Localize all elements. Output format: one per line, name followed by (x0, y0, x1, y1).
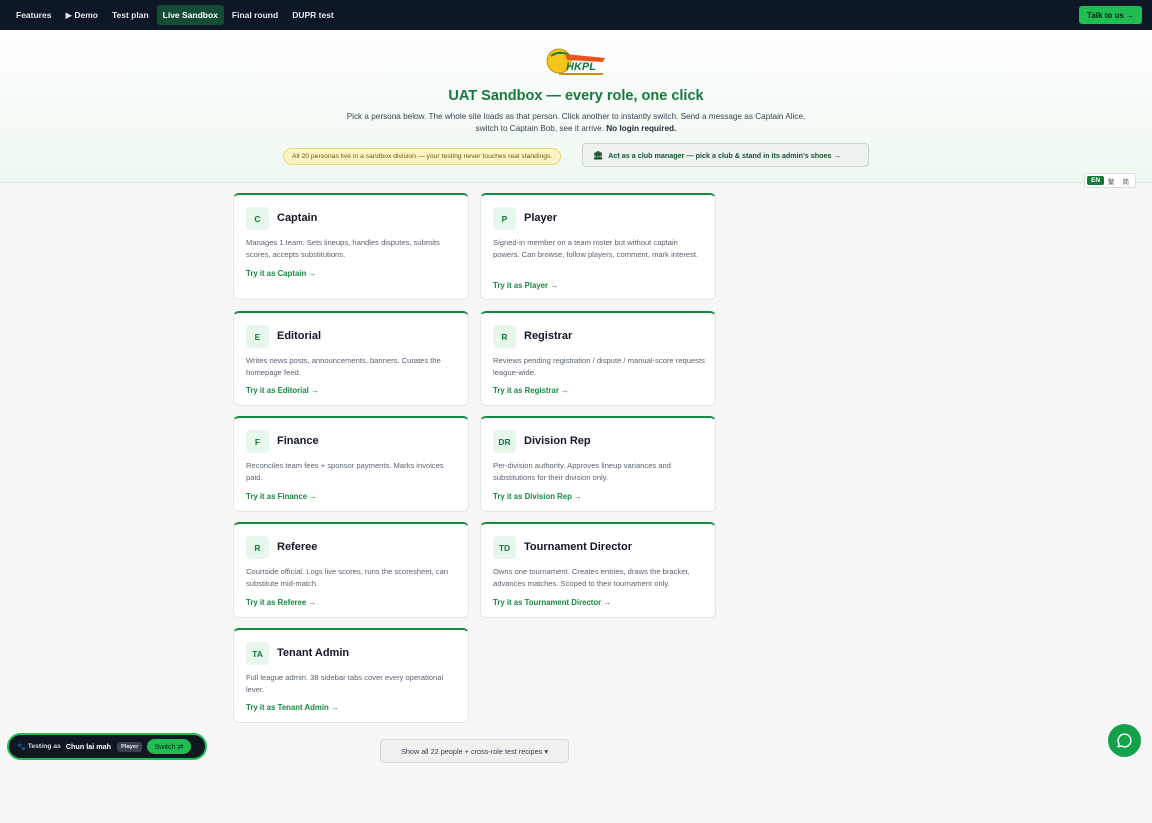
persona-card-finance[interactable]: F Finance Reconciles team fees + sponsor… (233, 416, 469, 512)
club-manager-button[interactable]: 🏛 Act as a club manager — pick a club & … (582, 143, 869, 167)
sandbox-note: All 20 personas live in a sandbox divisi… (283, 148, 562, 165)
lang-en[interactable]: EN (1087, 176, 1105, 185)
page-description: Pick a persona below. The whole site loa… (346, 111, 806, 135)
persona-description: Per-division authority. Approves lineup … (493, 461, 671, 482)
building-icon: 🏛 (593, 150, 604, 160)
persona-description: Manages 1 team. Sets lineups, handles di… (246, 238, 440, 259)
persona-card-player[interactable]: P Player Signed-in member on a team rost… (480, 193, 716, 300)
persona-card-registrar[interactable]: R Registrar Reviews pending registration… (480, 311, 716, 406)
persona-badge: TD (493, 536, 516, 559)
persona-role: Player (524, 212, 558, 224)
persona-description: Writes news posts, announcements, banner… (246, 356, 441, 377)
switch-persona-button[interactable]: Switch ⇄ (147, 739, 191, 754)
current-persona-name: Chun lai mah (65, 742, 111, 751)
persona-description: Courtside official. Logs live scores, ru… (246, 567, 449, 588)
nav-features[interactable]: Features (10, 5, 57, 25)
try-as-referee-link[interactable]: Try it as Referee → (246, 598, 316, 607)
testing-as-bar: 🐾 Testing as Chun lai mah Player Switch … (7, 733, 207, 760)
persona-role: Tournament Director (524, 541, 632, 553)
persona-badge: TA (246, 642, 269, 665)
persona-description: Signed-in member on a team roster but wi… (493, 238, 699, 259)
try-as-division-rep-link[interactable]: Try it as Division Rep → (493, 492, 582, 501)
nav-dupr-test[interactable]: DUPR test (286, 5, 340, 25)
language-switcher: EN 繁 简 (1084, 173, 1137, 188)
nav-test-plan[interactable]: Test plan (106, 5, 155, 25)
persona-icon: 🐾 (17, 743, 26, 751)
chat-bubble-icon (1117, 733, 1132, 748)
try-as-registrar-link[interactable]: Try it as Registrar → (493, 386, 569, 395)
persona-card-captain[interactable]: C Captain Manages 1 team. Sets lineups, … (233, 193, 469, 300)
persona-description: Full league admin. 38 sidebar tabs cover… (246, 673, 444, 694)
lang-traditional[interactable]: 繁 (1104, 175, 1119, 187)
persona-badge: F (246, 430, 269, 453)
try-as-tenant-admin-link[interactable]: Try it as Tenant Admin → (246, 703, 339, 712)
nav-demo[interactable]: ▶ Demo (59, 5, 104, 26)
lang-simplified[interactable]: 简 (1119, 175, 1134, 187)
show-all-button[interactable]: Show all 22 people + cross-role test rec… (380, 739, 569, 763)
persona-role: Captain (277, 212, 318, 224)
persona-role: Finance (277, 435, 319, 447)
persona-role: Registrar (524, 330, 573, 342)
try-as-player-link[interactable]: Try it as Player → (493, 281, 558, 290)
persona-card-tenant-admin[interactable]: TA Tenant Admin Full league admin. 38 si… (233, 628, 469, 723)
current-role-badge: Player (116, 741, 143, 752)
top-nav: Features ▶ Demo Test plan Live Sandbox F… (0, 0, 1152, 30)
hkpl-logo[interactable]: HKPL (545, 46, 607, 78)
persona-badge: C (246, 207, 269, 230)
persona-card-referee[interactable]: R Referee Courtside official. Logs live … (233, 522, 469, 618)
testing-as-label: Testing as (27, 743, 61, 750)
nav-live-sandbox[interactable]: Live Sandbox (156, 5, 224, 25)
persona-role: Editorial (277, 330, 322, 342)
persona-description: Reviews pending registration / dispute /… (493, 356, 705, 377)
logo-text: HKPL (566, 61, 596, 73)
persona-description: Owns one tournament. Creates entries, dr… (493, 567, 690, 588)
try-as-captain-link[interactable]: Try it as Captain → (246, 269, 316, 278)
persona-role: Tenant Admin (277, 647, 350, 659)
try-as-finance-link[interactable]: Try it as Finance → (246, 492, 317, 501)
persona-card-editorial[interactable]: E Editorial Writes news posts, announcem… (233, 311, 469, 406)
persona-badge: P (493, 207, 516, 230)
persona-badge: DR (493, 430, 516, 453)
hero-section: HKPL UAT Sandbox — every role, one click… (0, 30, 1152, 183)
persona-badge: R (493, 325, 516, 348)
persona-card-tournament-director[interactable]: TD Tournament Director Owns one tourname… (480, 522, 716, 618)
persona-card-division-rep[interactable]: DR Division Rep Per-division authority. … (480, 416, 716, 512)
desc-line-1: Pick a persona below. The whole site loa… (346, 112, 784, 121)
chat-button[interactable] (1108, 724, 1141, 757)
try-as-tournament-director-link[interactable]: Try it as Tournament Director → (493, 598, 611, 607)
try-as-editorial-link[interactable]: Try it as Editorial → (246, 386, 319, 395)
club-manager-label: Act as a club manager — pick a club & st… (608, 150, 841, 160)
persona-role: Division Rep (524, 435, 591, 447)
talk-to-us-button[interactable]: Talk to us → (1079, 6, 1142, 24)
nav-final-round[interactable]: Final round (226, 5, 284, 25)
persona-description: Reconciles team fees + sponsor payments.… (246, 461, 444, 482)
desc-bold: No login required. (606, 124, 677, 133)
persona-badge: E (246, 325, 269, 348)
persona-role: Referee (277, 541, 318, 553)
persona-badge: R (246, 536, 269, 559)
page-title: UAT Sandbox — every role, one click (448, 88, 704, 104)
